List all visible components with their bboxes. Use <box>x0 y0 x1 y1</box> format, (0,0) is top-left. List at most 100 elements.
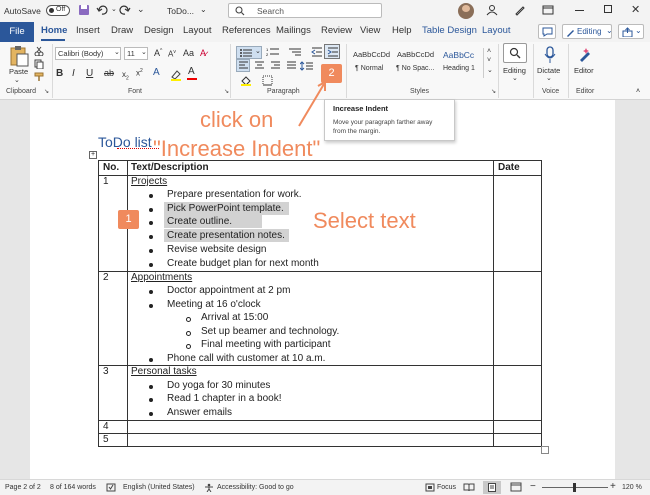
increase-indent-button[interactable] <box>324 44 340 59</box>
font-color-icon[interactable]: A <box>188 66 195 77</box>
list-item[interactable]: Do yoga for 30 minutes <box>167 380 270 391</box>
autosave-toggle[interactable]: Off <box>46 5 70 16</box>
zoom-level[interactable]: 120 % <box>622 484 642 491</box>
tab-file[interactable]: File <box>0 22 34 42</box>
editing-mode-button[interactable]: Editing ⌄ <box>562 24 613 39</box>
list-item[interactable]: Meeting at 16 o'clock <box>167 299 261 310</box>
customize-toolbar-icon[interactable]: ⌄ <box>137 4 145 15</box>
print-layout-button[interactable] <box>483 481 501 494</box>
decrease-indent-icon[interactable] <box>311 47 323 57</box>
sub-list-item[interactable]: Arrival at 15:00 <box>201 312 268 323</box>
align-right-icon[interactable] <box>270 61 281 71</box>
web-layout-icon[interactable] <box>510 482 522 492</box>
accessibility-icon[interactable] <box>204 483 214 492</box>
align-center-icon[interactable] <box>254 61 265 71</box>
word-count[interactable]: 8 of 164 words <box>50 484 96 491</box>
chevron-down-icon[interactable]: ⌄ <box>512 74 518 82</box>
sub-list-item[interactable]: Set up beamer and technology. <box>201 326 339 337</box>
tab-view[interactable]: View <box>360 25 380 36</box>
style-normal[interactable]: AaBbCcDd ¶ Normal <box>350 47 392 77</box>
clear-formatting-icon[interactable]: A̷ <box>200 48 206 58</box>
zoom-in-icon[interactable]: + <box>610 481 616 492</box>
list-item[interactable]: Pick PowerPoint template. <box>167 203 284 214</box>
undo-icon[interactable] <box>96 4 110 16</box>
line-spacing-icon[interactable] <box>300 61 314 71</box>
shrink-font-icon[interactable]: Av <box>168 49 176 59</box>
bold-icon[interactable]: B <box>56 68 63 79</box>
tab-review[interactable]: Review <box>321 25 352 36</box>
tab-references[interactable]: References <box>222 25 271 36</box>
row-heading[interactable]: Personal tasks <box>131 366 197 377</box>
style-no-spacing[interactable]: AaBbCcDd ¶ No Spac... <box>394 47 436 77</box>
list-item[interactable]: Doctor appointment at 2 pm <box>167 285 290 296</box>
borders-icon[interactable] <box>262 75 273 86</box>
read-mode-icon[interactable] <box>463 482 475 492</box>
close-icon[interactable]: ✕ <box>631 3 640 16</box>
tab-design[interactable]: Design <box>144 25 174 36</box>
row-heading[interactable]: Appointments <box>131 272 192 283</box>
user-avatar[interactable] <box>458 3 474 19</box>
pen-icon[interactable] <box>514 4 526 16</box>
font-launcher-icon[interactable]: ↘ <box>224 88 229 95</box>
search-box[interactable]: Search <box>228 3 382 18</box>
shading-icon[interactable] <box>240 75 252 86</box>
numbering-icon[interactable]: 12 <box>266 47 280 57</box>
tab-draw[interactable]: Draw <box>111 25 133 36</box>
zoom-slider-thumb[interactable] <box>573 483 576 492</box>
proofing-icon[interactable] <box>106 483 116 492</box>
styles-launcher-icon[interactable]: ↘ <box>491 88 496 95</box>
multilevel-list-icon[interactable] <box>288 47 302 57</box>
underline-icon[interactable]: U <box>86 68 93 79</box>
italic-icon[interactable]: I <box>72 68 75 79</box>
superscript-icon[interactable]: x2 <box>136 68 143 78</box>
list-item[interactable]: Phone call with customer at 10 a.m. <box>167 353 325 364</box>
cut-icon[interactable] <box>34 46 44 56</box>
change-case-icon[interactable]: Aa <box>183 48 194 58</box>
strikethrough-icon[interactable]: ab <box>104 68 114 78</box>
bullets-button[interactable]: ⌄ <box>236 46 262 59</box>
sub-list-item[interactable]: Final meeting with participant <box>201 339 331 350</box>
tab-layout[interactable]: Layout <box>183 25 212 36</box>
doc-name-chevron-icon[interactable]: ⌄ <box>200 5 207 14</box>
save-icon[interactable] <box>78 4 90 16</box>
focus-icon[interactable] <box>425 483 435 492</box>
focus-label[interactable]: Focus <box>437 484 456 491</box>
ribbon-display-icon[interactable] <box>542 4 554 16</box>
accessibility-status[interactable]: Accessibility: Good to go <box>217 484 294 491</box>
list-item[interactable]: Prepare presentation for work. <box>167 189 302 200</box>
font-size-box[interactable]: 11 ⌄ <box>124 47 148 60</box>
highlight-icon[interactable] <box>170 69 182 81</box>
list-item[interactable]: Answer emails <box>167 407 232 418</box>
clipboard-launcher-icon[interactable]: ↘ <box>44 88 49 95</box>
list-item[interactable]: Read 1 chapter in a book! <box>167 393 282 404</box>
grow-font-icon[interactable]: A^ <box>154 48 162 58</box>
coauthor-icon[interactable] <box>486 4 498 16</box>
paste-chevron-icon[interactable]: ⌄ <box>14 76 20 84</box>
tab-table-layout[interactable]: Layout <box>482 25 511 36</box>
justify-icon[interactable] <box>286 61 297 71</box>
list-item[interactable]: Revise website design <box>167 244 267 255</box>
comments-button[interactable] <box>538 24 556 39</box>
maximize-icon[interactable] <box>604 5 612 13</box>
minimize-icon[interactable] <box>575 10 584 11</box>
align-left-button[interactable] <box>236 59 250 72</box>
tab-table-design[interactable]: Table Design <box>422 25 477 36</box>
tab-help[interactable]: Help <box>392 25 412 36</box>
paste-label[interactable]: Paste <box>9 67 28 76</box>
tab-mailings[interactable]: Mailings <box>276 25 311 36</box>
list-item[interactable]: Create presentation notes. <box>167 230 285 241</box>
table-resize-handle[interactable] <box>541 446 549 454</box>
styles-scroll[interactable]: ˄ ˅ ⌄ <box>483 48 495 78</box>
format-painter-icon[interactable] <box>34 72 44 82</box>
editor-icon[interactable] <box>578 46 594 62</box>
page-count[interactable]: Page 2 of 2 <box>5 484 41 491</box>
tab-insert[interactable]: Insert <box>76 25 100 36</box>
chevron-down-icon[interactable]: ⌄ <box>546 74 552 82</box>
microphone-icon[interactable] <box>544 46 556 64</box>
list-item[interactable]: Create budget plan for next month <box>167 258 319 269</box>
share-button[interactable]: ⌄ <box>618 24 644 39</box>
tab-home[interactable]: Home <box>41 25 67 36</box>
language-status[interactable]: English (United States) <box>123 484 195 491</box>
paste-icon[interactable] <box>8 45 30 67</box>
style-heading-1[interactable]: AaBbCc Heading 1 <box>440 47 482 77</box>
